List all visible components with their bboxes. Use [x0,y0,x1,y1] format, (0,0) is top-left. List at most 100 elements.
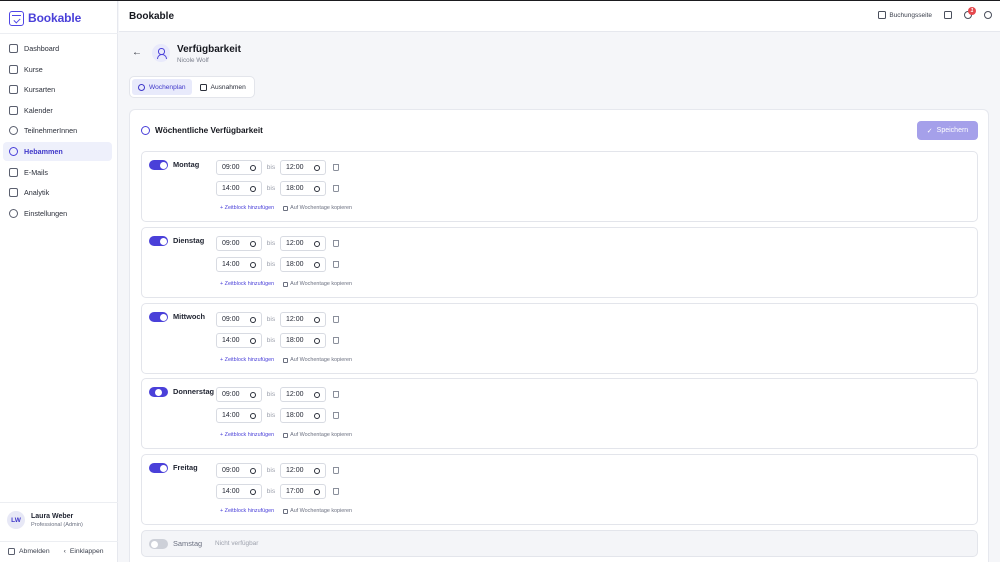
sidebar-item-label: Kursarten [24,85,56,95]
sidebar-item-dashboard[interactable]: Dashboard [3,39,112,58]
day-toggle[interactable] [149,236,168,246]
copy-icon [283,281,289,287]
clock-icon [250,240,256,247]
time-slot: 14:00 bis 17:00 [216,484,339,499]
trash-icon[interactable] [333,164,339,171]
trash-icon[interactable] [333,185,339,192]
start-time-input[interactable]: 14:00 [216,333,262,348]
start-time-input[interactable]: 09:00 [216,387,262,402]
tab-wochenplan[interactable]: Wochenplan [132,79,192,95]
end-time-input[interactable]: 18:00 [280,181,326,196]
trash-icon[interactable] [333,488,339,495]
collapse-button[interactable]: ‹ Einklappen [64,548,104,555]
sidebar-item-kursarten[interactable]: Kursarten [3,80,112,99]
start-time-input[interactable]: 14:00 [216,257,262,272]
tab-ausnahmen[interactable]: Ausnahmen [194,79,252,95]
clock-icon [314,488,320,495]
add-time-block-button[interactable]: + Zeitblock hinzufügen [220,508,274,514]
time-value: 09:00 [222,240,240,247]
add-time-block-button[interactable]: + Zeitblock hinzufügen [220,281,274,287]
clock-icon [314,316,320,323]
sidebar-item-teilnehmerinnen[interactable]: TeilnehmerInnen [3,121,112,140]
bis-label: bis [266,412,276,419]
time-value: 18:00 [286,337,304,344]
start-time-input[interactable]: 09:00 [216,160,262,175]
sidebar-item-kurse[interactable]: Kurse [3,60,112,79]
copy-label: Auf Wochentage kopieren [290,432,353,438]
start-time-input[interactable]: 14:00 [216,408,262,423]
time-value: 09:00 [222,467,240,474]
tag-icon [9,85,18,95]
day-actions: + Zeitblock hinzufügen Auf Wochentage kop… [220,508,352,514]
start-time-input[interactable]: 09:00 [216,463,262,478]
start-time-input[interactable]: 14:00 [216,484,262,499]
bis-label: bis [266,391,276,398]
copy-to-weekdays-button[interactable]: Auf Wochentage kopieren [283,205,352,211]
time-value: 18:00 [286,412,304,419]
day-toggle[interactable] [149,387,168,397]
trash-icon[interactable] [333,467,339,474]
trash-icon[interactable] [333,412,339,419]
card-title-text: Wöchentliche Verfügbarkeit [155,126,263,135]
day-toggle[interactable] [149,312,168,322]
bell-icon[interactable]: 1 [964,7,976,19]
day-name: Montag [173,160,200,169]
day-toggle[interactable] [149,160,168,170]
add-time-block-button[interactable]: + Zeitblock hinzufügen [220,432,274,438]
weekly-availability-card: Wöchentliche Verfügbarkeit ✓ Speichern Mo… [129,109,989,562]
back-arrow-icon[interactable]: ← [131,47,143,59]
save-label: Speichern [936,127,969,134]
copy-to-weekdays-button[interactable]: Auf Wochentage kopieren [283,357,352,363]
trash-icon[interactable] [333,337,339,344]
sidebar-item-emails[interactable]: E-Mails [3,163,112,182]
end-time-input[interactable]: 18:00 [280,408,326,423]
time-slot: 09:00 bis 12:00 [216,387,339,402]
save-button[interactable]: ✓ Speichern [917,121,978,140]
day-toggle[interactable] [149,539,168,549]
trash-icon[interactable] [333,316,339,323]
end-time-input[interactable]: 17:00 [280,484,326,499]
copy-to-weekdays-button[interactable]: Auf Wochentage kopieren [283,432,352,438]
trash-icon[interactable] [333,240,339,247]
sidebar-footer: Abmelden ‹ Einklappen [8,548,104,555]
day-actions: + Zeitblock hinzufügen Auf Wochentage kop… [220,432,352,438]
day-toggle[interactable] [149,463,168,473]
end-time-input[interactable]: 12:00 [280,312,326,327]
end-time-input[interactable]: 18:00 [280,257,326,272]
clock-icon [314,337,320,344]
add-time-block-button[interactable]: + Zeitblock hinzufügen [220,205,274,211]
bis-label: bis [266,261,276,268]
logout-button[interactable]: Abmelden [8,548,50,555]
start-time-input[interactable]: 14:00 [216,181,262,196]
user-profile[interactable]: LW Laura Weber Professional (Admin) [7,511,83,529]
calendar-check-icon [9,10,24,26]
logout-label: Abmelden [19,548,50,555]
end-time-input[interactable]: 12:00 [280,236,326,251]
booking-page-link[interactable]: Buchungsseite [878,11,932,19]
start-time-input[interactable]: 09:00 [216,312,262,327]
sidebar-item-einstellungen[interactable]: Einstellungen [3,204,112,223]
copy-to-weekdays-button[interactable]: Auf Wochentage kopieren [283,508,352,514]
time-value: 12:00 [286,316,304,323]
add-time-block-button[interactable]: + Zeitblock hinzufügen [220,357,274,363]
start-time-input[interactable]: 09:00 [216,236,262,251]
brand-logo[interactable]: Bookable [9,9,81,27]
avatar: LW [7,511,25,529]
trash-icon[interactable] [333,391,339,398]
external-link-icon [878,11,887,19]
sidebar-item-hebammen[interactable]: Hebammen [3,141,112,161]
end-time-input[interactable]: 12:00 [280,160,326,175]
sidebar-nav: Dashboard Kurse Kursarten Kalender Teiln… [3,39,112,224]
trash-icon[interactable] [333,261,339,268]
end-time-input[interactable]: 12:00 [280,463,326,478]
package-icon[interactable] [944,11,952,19]
sidebar-item-kalender[interactable]: Kalender [3,101,112,120]
copy-to-weekdays-button[interactable]: Auf Wochentage kopieren [283,281,352,287]
end-time-input[interactable]: 12:00 [280,387,326,402]
clock-icon [250,467,256,474]
end-time-input[interactable]: 18:00 [280,333,326,348]
sidebar: Bookable Dashboard Kurse Kursarten Kalen… [0,1,118,562]
help-icon[interactable] [984,11,992,19]
sidebar-item-analytik[interactable]: Analytik [3,183,112,202]
top-header: Bookable Buchungsseite 1 [119,1,1000,32]
